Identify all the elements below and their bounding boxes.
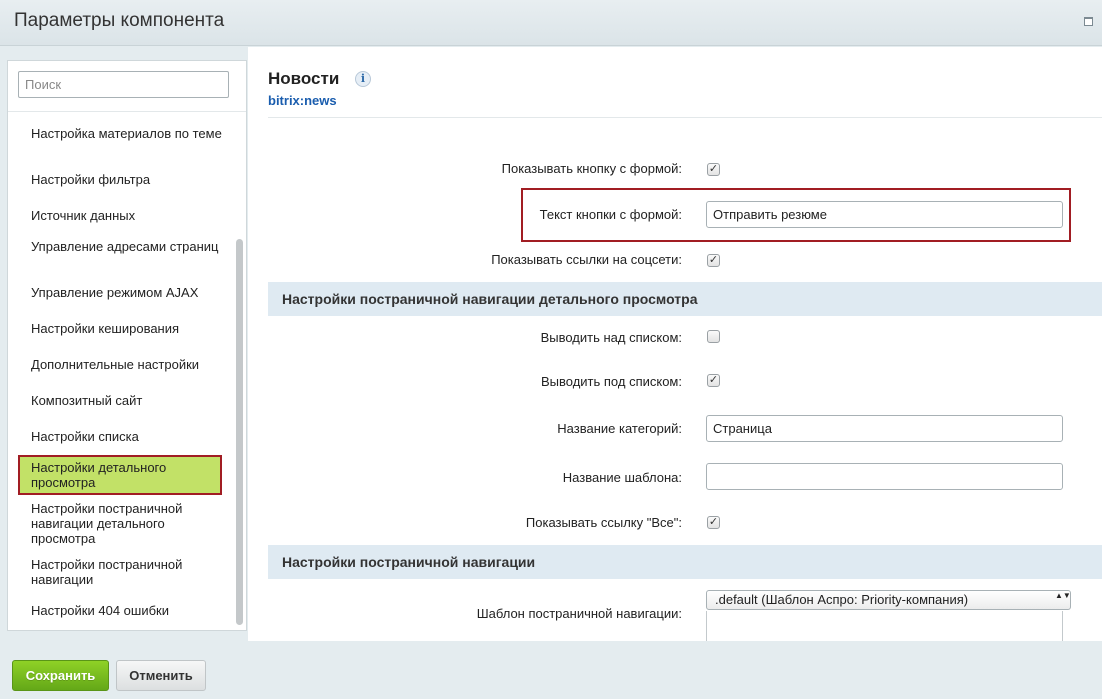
sidebar: Настройка материалов по теме Настройки ф…: [7, 60, 247, 631]
sidebar-item-list-settings[interactable]: Настройки списка: [18, 429, 222, 444]
select-arrows-icon: ▲▼: [1055, 591, 1071, 600]
form-button-text-input[interactable]: [706, 201, 1063, 228]
form-button-text-label: Текст кнопки с формой:: [539, 207, 682, 222]
info-icon[interactable]: i: [355, 71, 371, 87]
window-titlebar: Параметры компонента: [0, 0, 1102, 46]
sidebar-item-filter[interactable]: Настройки фильтра: [18, 172, 222, 187]
sidebar-item-404[interactable]: Настройки 404 ошибки: [18, 603, 222, 618]
pager-template-label: Шаблон постраничной навигации:: [476, 606, 682, 621]
show-form-button-label: Показывать кнопку с формой:: [501, 161, 682, 176]
template-name-label: Название шаблона:: [562, 470, 682, 485]
category-name-label: Название категорий:: [557, 421, 682, 436]
sidebar-item-page-addresses[interactable]: Управление адресами страниц: [18, 239, 222, 254]
divider: [268, 117, 1102, 118]
show-below-list-label: Выводить под списком:: [540, 374, 682, 389]
sidebar-item-ajax-mode[interactable]: Управление режимом AJAX: [18, 285, 222, 300]
section-detail-pager-header: Настройки постраничной навигации детальн…: [268, 282, 1102, 316]
window-title: Параметры компонента: [14, 10, 225, 31]
show-social-links-label: Показывать ссылки на соцсети:: [491, 252, 682, 267]
component-title: Новости: [268, 69, 340, 88]
search-input[interactable]: [18, 71, 229, 98]
sidebar-item-related-materials[interactable]: Настройка материалов по теме: [18, 126, 222, 141]
cancel-button[interactable]: Отменить: [116, 660, 206, 691]
sidebar-item-detail-view[interactable]: Настройки детального просмотра: [18, 455, 222, 495]
show-all-link-checkbox[interactable]: ✓: [707, 516, 720, 529]
sidebar-item-detail-pager[interactable]: Настройки постраничной навигации детальн…: [18, 501, 222, 546]
save-button[interactable]: Сохранить: [12, 660, 109, 691]
sidebar-scrollbar[interactable]: [236, 239, 243, 625]
sidebar-item-composite-site[interactable]: Композитный сайт: [18, 393, 222, 408]
sidebar-item-pager[interactable]: Настройки постраничной навигации: [18, 557, 222, 587]
show-above-list-checkbox[interactable]: [707, 330, 720, 343]
section-pager-header: Настройки постраничной навигации: [268, 545, 1102, 579]
show-social-links-checkbox[interactable]: ✓: [707, 254, 720, 267]
category-name-input[interactable]: [706, 415, 1063, 442]
sidebar-item-additional[interactable]: Дополнительные настройки: [18, 357, 222, 372]
maximize-icon[interactable]: [1084, 17, 1093, 26]
template-name-input[interactable]: [706, 463, 1063, 490]
component-code: bitrix:news: [268, 93, 337, 108]
pager-template-list[interactable]: [706, 611, 1063, 641]
component-settings-panel: Новости i bitrix:news Показывать кнопку …: [248, 47, 1102, 641]
show-all-link-label: Показывать ссылку "Все":: [525, 515, 682, 530]
show-form-button-checkbox[interactable]: ✓: [707, 163, 720, 176]
sidebar-item-caching[interactable]: Настройки кеширования: [18, 321, 222, 336]
pager-template-select[interactable]: .default (Шаблон Аспро: Priority-компани…: [706, 590, 1071, 610]
show-below-list-checkbox[interactable]: ✓: [707, 374, 720, 387]
show-above-list-label: Выводить над списком:: [540, 330, 682, 345]
divider: [8, 111, 246, 112]
sidebar-item-data-source[interactable]: Источник данных: [18, 208, 222, 223]
